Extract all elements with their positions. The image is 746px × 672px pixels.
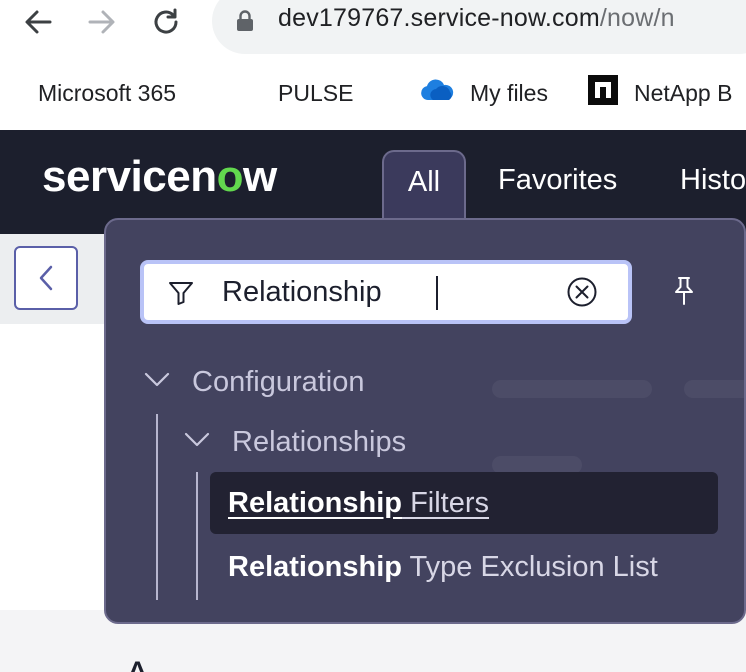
onedrive-cloud-icon: [420, 79, 454, 107]
item-rest-text: Type Exclusion List: [402, 550, 658, 583]
address-bar[interactable]: dev179767.service-now.com/now/n: [212, 0, 746, 54]
tab-history[interactable]: Histo: [680, 164, 746, 197]
clear-circle-x-icon[interactable]: [566, 276, 598, 313]
ghost-shape: [492, 380, 652, 398]
subcategory-label: Relationships: [232, 426, 407, 458]
lock-icon: [236, 10, 254, 37]
url-text: dev179767.service-now.com/now/n: [278, 4, 675, 32]
servicenow-logo[interactable]: servicenow: [42, 152, 277, 202]
category-configuration[interactable]: Configuration: [144, 366, 365, 399]
bookmark-my-files[interactable]: My files: [420, 76, 548, 110]
tab-favorites[interactable]: Favorites: [498, 164, 617, 197]
back-arrow-icon[interactable]: [20, 4, 56, 40]
ghost-shape: [684, 380, 744, 398]
menu-item-relationship-type-exclusion-list[interactable]: Relationship Type Exclusion List: [210, 536, 718, 598]
bookmark-label: NetApp B: [634, 79, 733, 106]
all-menu-panel: Configuration Relationships Relationship…: [104, 218, 746, 624]
menu-item-relationship-filters[interactable]: Relationship Filters: [210, 472, 718, 534]
tree-line: [196, 472, 198, 600]
item-match-text: Relationship: [228, 486, 403, 519]
bookmark-label: My files: [470, 79, 548, 106]
bookmark-netapp[interactable]: NetApp B: [588, 75, 733, 111]
filter-navigator-input[interactable]: [222, 274, 552, 310]
chevron-down-icon: [144, 372, 170, 393]
tree-line: [156, 414, 158, 600]
item-match-text: Relationship: [228, 550, 403, 583]
category-label: Configuration: [192, 366, 365, 398]
filter-funnel-icon: [168, 280, 194, 311]
forward-arrow-icon[interactable]: [84, 4, 120, 40]
browser-chrome: dev179767.service-now.com/now/n Microsof…: [0, 0, 746, 130]
tab-all-label: All: [407, 166, 441, 198]
bookmark-label: Microsoft 365: [38, 79, 177, 106]
netapp-icon: [588, 75, 618, 111]
reload-icon[interactable]: [148, 4, 184, 40]
item-rest-text: Filters: [402, 486, 490, 519]
chevron-left-icon: [39, 265, 53, 291]
page-heading-partial: A: [124, 654, 151, 672]
menu-filter-search[interactable]: [140, 260, 632, 324]
back-button[interactable]: [14, 246, 78, 310]
pin-icon[interactable]: [672, 276, 696, 311]
subcategory-relationships[interactable]: Relationships: [184, 426, 406, 459]
text-caret: [436, 276, 438, 310]
chevron-down-icon: [184, 432, 210, 453]
bookmark-microsoft-365[interactable]: Microsoft 365: [22, 76, 176, 110]
bookmark-label: PULSE: [278, 79, 354, 106]
bookmark-pulse[interactable]: PULSE: [262, 76, 353, 110]
